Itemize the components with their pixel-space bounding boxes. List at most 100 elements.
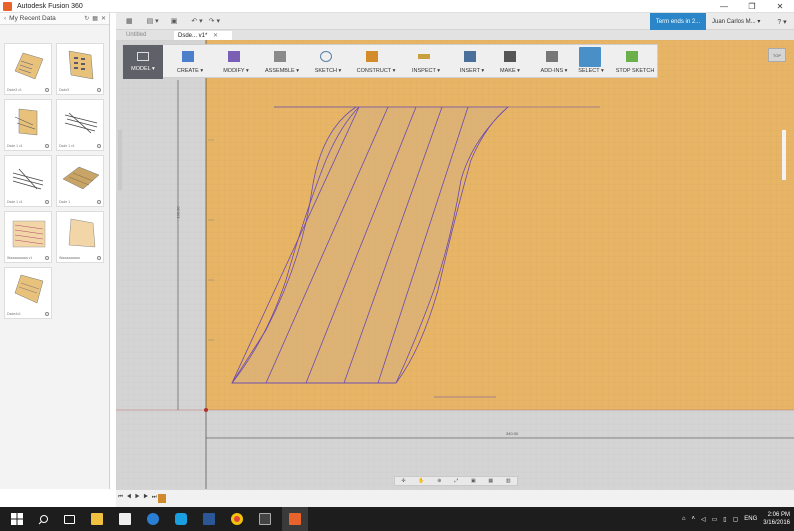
tab-label: Dsde... v1* xyxy=(178,33,208,39)
thumbnail-image xyxy=(12,220,46,248)
view-cube[interactable]: TOP xyxy=(768,48,786,62)
sketch-label: SKETCH ▾ xyxy=(314,68,342,74)
tab-active-design[interactable]: Dsde... v1* ✕ xyxy=(174,31,232,40)
construct-menu[interactable]: CONSTRUCT ▾ xyxy=(351,45,401,79)
trial-status-button[interactable]: Term ends in 2... xyxy=(650,13,706,30)
make-menu[interactable]: MAKE ▾ xyxy=(489,45,531,79)
inspect-icon xyxy=(418,54,430,59)
create-menu[interactable]: CREATE ▾ xyxy=(167,45,213,79)
save-icon[interactable]: ▣ xyxy=(171,17,178,25)
battery-icon[interactable]: ▯ xyxy=(723,516,726,523)
tab-untitled[interactable]: Untitled xyxy=(122,31,172,40)
horizontal-dimension-label[interactable]: 340.00 xyxy=(506,431,518,436)
thumbnail-image xyxy=(68,50,94,80)
refresh-icon[interactable]: ↻ xyxy=(84,15,89,22)
data-item[interactable]: Dsde 1 v1 xyxy=(4,99,52,151)
chrome-icon[interactable] xyxy=(224,507,250,531)
file-menu-icon[interactable]: ▤ ▾ xyxy=(147,17,159,25)
data-item[interactable]: Waaaaaaaaa xyxy=(56,211,104,263)
close-tab-icon[interactable]: ✕ xyxy=(213,33,218,39)
close-panel-icon[interactable]: ✕ xyxy=(101,15,106,22)
thumbnail-image xyxy=(64,112,98,134)
sketch-feature-icon[interactable] xyxy=(158,494,166,503)
data-item[interactable]: Dsde 1 v1 xyxy=(4,155,52,207)
notification-icon[interactable]: ▢ xyxy=(733,516,739,523)
data-panel-toggle-icon[interactable]: ▦ xyxy=(126,17,133,25)
modify-menu[interactable]: MODIFY ▾ xyxy=(213,45,259,79)
vertical-dimension-label[interactable]: 100.00 xyxy=(176,206,181,218)
thumbnail-image xyxy=(14,274,44,304)
modify-label: MODIFY ▾ xyxy=(223,68,249,74)
task-view-icon[interactable] xyxy=(56,507,82,531)
volume-icon[interactable]: ◁ xyxy=(701,516,706,523)
construct-icon xyxy=(366,51,378,62)
thumbnail-image xyxy=(14,52,44,80)
close-button[interactable]: ✕ xyxy=(766,0,794,13)
store-icon[interactable] xyxy=(112,507,138,531)
edge-icon[interactable] xyxy=(140,507,166,531)
design-canvas[interactable]: 100.00 340.00 MODEL ▾ CREATE ▾ MODIFY ▾ … xyxy=(116,40,794,489)
windows-icon[interactable] xyxy=(4,507,30,531)
clock-icon xyxy=(45,88,49,92)
assemble-menu[interactable]: ASSEMBLE ▾ xyxy=(259,45,305,79)
data-item[interactable]: Dsde3 v1 xyxy=(4,43,52,95)
inspect-menu[interactable]: INSPECT ▾ xyxy=(403,45,449,79)
language-indicator[interactable]: ENG xyxy=(744,516,757,522)
fusion360-icon[interactable] xyxy=(282,507,308,531)
comments-collapse-handle[interactable] xyxy=(782,130,786,180)
windows-taskbar: ⌂ ˄ ◁ ▭ ▯ ▢ ENG 2:06 PM 3/16/2016 xyxy=(0,507,794,531)
help-button[interactable]: ? ▾ xyxy=(770,13,794,30)
skype-icon[interactable] xyxy=(168,507,194,531)
maximize-button[interactable]: ❐ xyxy=(738,0,766,13)
file-explorer-icon[interactable] xyxy=(84,507,110,531)
data-item[interactable]: Dsde3 xyxy=(56,43,104,95)
tray-chevron-icon[interactable]: ˄ xyxy=(691,516,695,522)
make-icon xyxy=(504,51,516,62)
zoom-icon[interactable]: ⊕ xyxy=(437,478,441,484)
fusion-app-icon[interactable] xyxy=(252,507,278,531)
clock-date: 3/16/2016 xyxy=(763,520,790,526)
workspace-switcher[interactable]: MODEL ▾ xyxy=(123,45,163,79)
data-item[interactable]: Dsde 1 xyxy=(56,155,104,207)
clock-icon xyxy=(97,144,101,148)
grid-view-icon[interactable]: ▦ xyxy=(92,15,98,22)
system-tray: ⌂ ˄ ◁ ▭ ▯ ▢ ENG 2:06 PM 3/16/2016 xyxy=(682,507,790,531)
browser-collapse-handle[interactable] xyxy=(118,130,122,190)
word-icon[interactable] xyxy=(196,507,222,531)
pan-icon[interactable]: ✋ xyxy=(418,478,424,484)
data-item[interactable]: Dsde4v1 xyxy=(4,267,52,319)
sketch-menu[interactable]: SKETCH ▾ xyxy=(305,45,351,79)
back-icon[interactable]: ‹ xyxy=(4,15,6,22)
timeline-controls[interactable]: ⏮ ◀ ▶ ▶ ⏭ xyxy=(118,494,158,501)
people-icon[interactable]: ⌂ xyxy=(682,516,686,522)
search-icon[interactable] xyxy=(30,507,56,531)
insert-icon xyxy=(464,51,476,62)
viewports-icon[interactable]: ▥ xyxy=(506,478,511,484)
clock[interactable]: 2:06 PM 3/16/2016 xyxy=(763,511,790,527)
data-panel: ‹ My Recent Data ↻ ▦ ✕ Dsde3 v1 Dsde3 Ds… xyxy=(0,13,110,489)
clock-icon xyxy=(97,88,101,92)
data-item-caption: Dsde3 v1 xyxy=(7,88,22,92)
window-title: Autodesk Fusion 360 xyxy=(17,2,83,10)
assemble-icon xyxy=(274,51,286,62)
redo-icon[interactable]: ↷ ▾ xyxy=(209,17,220,25)
sketch-icon xyxy=(320,51,332,62)
stop-sketch-icon xyxy=(626,51,638,62)
orbit-icon[interactable]: ✣ xyxy=(401,478,405,484)
user-menu[interactable]: Juan Carlos M... ▾ xyxy=(708,13,768,30)
select-menu[interactable]: SELECT ▾ xyxy=(569,45,613,79)
grid-settings-icon[interactable]: ▦ xyxy=(488,478,493,484)
window-controls: — ❐ ✕ xyxy=(710,0,794,13)
cube-icon xyxy=(182,51,194,62)
data-item[interactable]: Waaaaaaaaa v1 xyxy=(4,211,52,263)
stop-sketch-button[interactable]: STOP SKETCH xyxy=(611,45,659,79)
display-settings-icon[interactable]: ▣ xyxy=(471,478,476,484)
network-icon[interactable]: ▭ xyxy=(712,516,718,523)
clock-icon xyxy=(97,256,101,260)
clock-icon xyxy=(45,200,49,204)
fit-icon[interactable]: ⤢ xyxy=(454,478,458,484)
undo-icon[interactable]: ↶ ▾ xyxy=(191,17,202,25)
minimize-button[interactable]: — xyxy=(710,0,738,13)
data-item[interactable]: Dsde 1 v1 xyxy=(56,99,104,151)
create-label: CREATE ▾ xyxy=(176,68,204,74)
